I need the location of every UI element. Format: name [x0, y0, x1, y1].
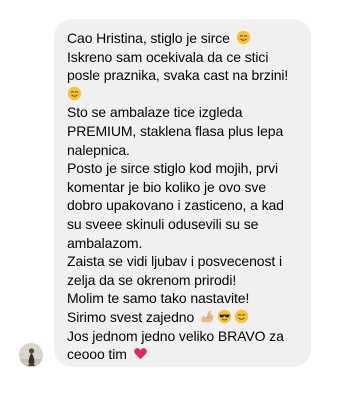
message-line: Cao Hristina, stiglo je sirce	[67, 29, 303, 48]
flexed-biceps-icon	[200, 309, 215, 324]
message-line: nalepnica.	[67, 141, 130, 158]
smiling-face-icon	[234, 309, 249, 324]
message-line: Sto se ambalaze tice izgleda	[67, 104, 243, 121]
line-text: Sirimo svest zajedno	[67, 308, 198, 325]
line-text: ceooo tim	[67, 346, 131, 363]
smiling-face-icon	[236, 30, 251, 45]
smiling-face-icon	[67, 86, 82, 101]
message-line: PREMIUM, staklena flasa plus lepa	[67, 122, 284, 139]
message-bubble[interactable]: Cao Hristina, stiglo je sirce Iskreno sa…	[54, 19, 311, 367]
sunglasses-face-icon	[217, 309, 232, 324]
message-line: komentar je bio koliko je ovo sve	[67, 178, 267, 195]
avatar-icon	[19, 343, 43, 367]
message-line: Molim te samo tako nastavite!	[67, 290, 250, 307]
message-line: Zaista se vidi ljubav i posvecenost i	[67, 253, 282, 270]
message-line: posle praznika, svaka cast na brzini!	[67, 67, 289, 84]
message-line: dobro upakovano i zasticeno, a kad	[67, 197, 284, 214]
message-text: Cao Hristina, stiglo je sirce Iskreno sa…	[67, 29, 303, 364]
avatar[interactable]	[19, 343, 43, 367]
message-line: ambalazom.	[67, 234, 143, 251]
message-line: Jos jednom jedno veliko BRAVO za	[67, 327, 284, 344]
message-line: Posto je sirce stiglo kod mojih, prvi	[67, 160, 279, 177]
red-heart-icon	[133, 346, 148, 361]
message-line	[67, 85, 303, 104]
line-text: Cao Hristina, stiglo je sirce	[67, 30, 234, 46]
message-line: zelja da se okrenom prirodi!	[67, 271, 237, 288]
message-line: ceooo tim	[67, 345, 303, 364]
message-line: Iskreno sam ocekivala da ce stici	[67, 48, 269, 65]
message-line: su sveee skinuli odusevili su se	[67, 215, 259, 232]
message-line: Sirimo svest zajedno	[67, 308, 303, 327]
